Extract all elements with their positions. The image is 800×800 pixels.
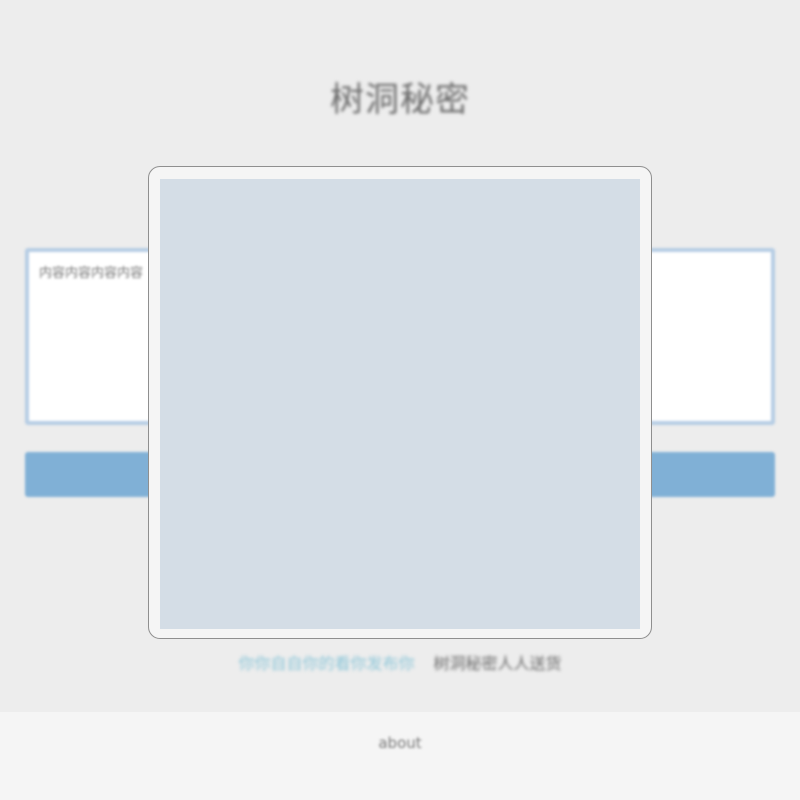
modal-dialog <box>148 166 652 639</box>
page: 树洞秘密 你你自自你的看你发布你 树洞秘密人人送货 about <box>0 0 800 800</box>
secret-delivery-link[interactable]: 树洞秘密人人送货 <box>434 654 562 673</box>
my-posts-link[interactable]: 你你自自你的看你发布你 <box>238 654 414 673</box>
links-row: 你你自自你的看你发布你 树洞秘密人人送货 <box>0 650 800 674</box>
footer: about <box>0 712 800 800</box>
page-title: 树洞秘密 <box>330 80 470 120</box>
about-link[interactable]: about <box>0 734 800 752</box>
modal-content-area <box>160 179 640 629</box>
